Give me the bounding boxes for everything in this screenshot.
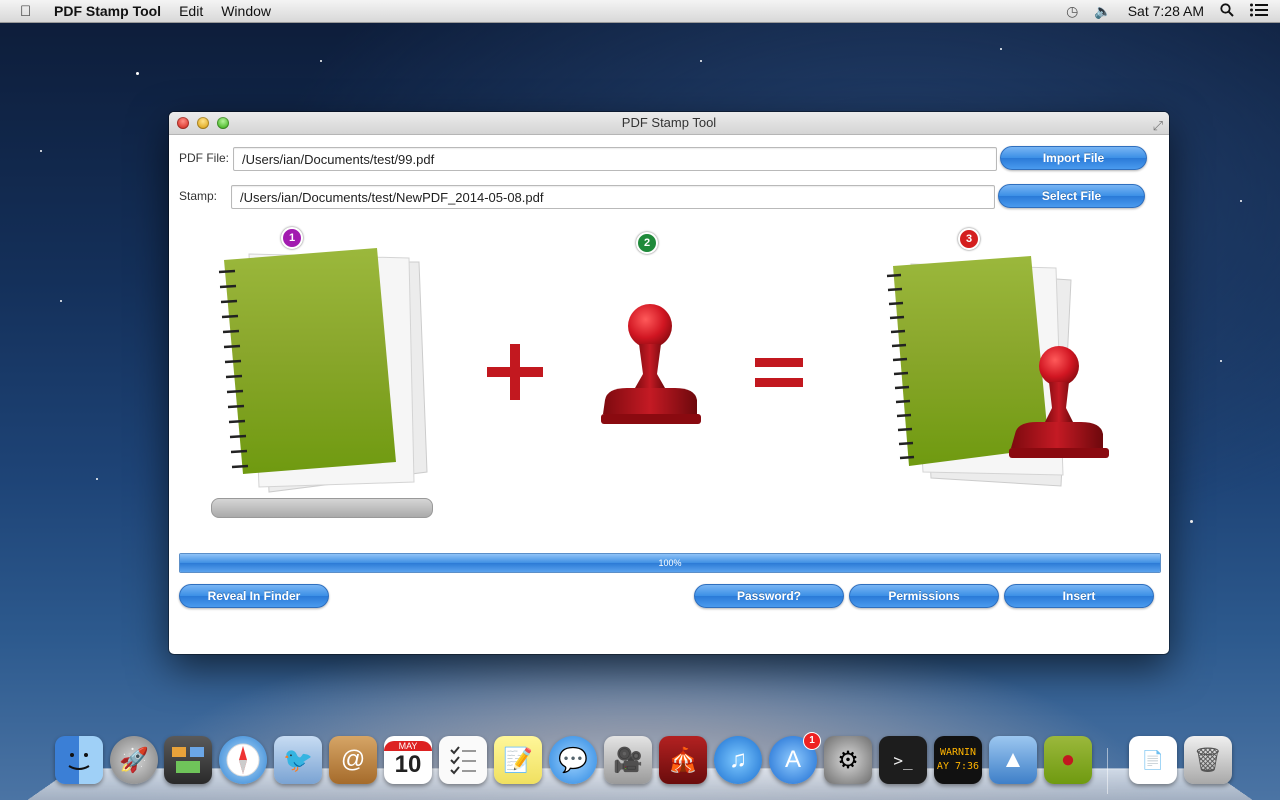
calendar-month: MAY [384,741,432,751]
permissions-button[interactable]: Permissions [849,584,999,608]
menu-clock[interactable]: Sat 7:28 AM [1128,3,1204,19]
stamped-document-icon [886,256,1109,487]
app-window: PDF Stamp Tool ⤢ PDF File: /Users/ian/Do… [169,112,1169,654]
stamp-label: Stamp: [179,189,218,203]
password-button[interactable]: Password? [694,584,844,608]
photo-booth-dock-icon[interactable]: 🎪 [659,736,707,784]
apple-menu-icon[interactable]:  [20,3,36,20]
select-file-button[interactable]: Select File [998,184,1145,208]
calendar-dock-icon[interactable]: MAY 10 [384,736,432,784]
trash-dock-icon[interactable]: 🗑 [1184,736,1232,784]
calendar-day: 10 [394,751,422,778]
facetime-dock-icon[interactable]: 🎥 [604,736,652,784]
pdf-document-icon [218,248,428,493]
notification-center-icon[interactable] [1250,3,1268,20]
equals-icon [755,358,803,387]
close-button[interactable] [177,117,189,129]
app-store-dock-icon[interactable]: A 1 [769,732,821,784]
pdf-stamp-tool-dock-icon[interactable]: ● [1044,736,1092,784]
itunes-dock-icon[interactable]: ♫ [714,736,762,784]
window-title: PDF Stamp Tool [621,115,717,130]
reveal-in-finder-button[interactable]: Reveal In Finder [179,584,329,608]
safari-dock-icon[interactable] [219,736,267,784]
mission-control-dock-icon[interactable] [164,736,212,784]
pdf-file-label: PDF File: [179,151,230,165]
progress-text: 100% [658,558,682,568]
title-bar[interactable]: PDF Stamp Tool ⤢ [169,112,1169,135]
documents-stack-dock-icon[interactable]: 📄 [1129,736,1177,784]
volume-icon[interactable]: 🔈 [1094,3,1111,20]
insert-button[interactable]: Insert [1004,584,1154,608]
mail-dock-icon[interactable]: 🐦 [274,736,322,784]
progress-bar: 100% [179,553,1161,573]
pdf-file-field[interactable]: /Users/ian/Documents/test/99.pdf [233,147,997,171]
file-drop-slot [211,498,433,518]
plus-icon [487,344,543,400]
fullscreen-icon[interactable]: ⤢ [1153,115,1163,137]
zoom-button[interactable] [217,117,229,129]
messages-dock-icon[interactable]: 💬 [549,736,597,784]
stamp-field[interactable]: /Users/ian/Documents/test/NewPDF_2014-05… [231,185,995,209]
notes-dock-icon[interactable]: 📝 [494,736,542,784]
stamp-icon [601,304,701,424]
step-2-badge: 2 [636,232,658,254]
time-machine-icon[interactable]: ◷ [1066,3,1078,20]
import-file-button[interactable]: Import File [1000,146,1147,170]
dock-separator [1107,748,1108,794]
spotlight-icon[interactable] [1220,2,1234,20]
reminders-dock-icon[interactable] [439,736,487,784]
menu-window[interactable]: Window [221,3,271,19]
xcode-dock-icon[interactable]: ▲ [989,736,1037,784]
menu-app-name[interactable]: PDF Stamp Tool [54,3,161,19]
terminal-dock-icon[interactable]: >_ [879,736,927,784]
system-preferences-dock-icon[interactable]: ⚙ [824,736,872,784]
console-dock-icon[interactable]: WARNIN AY 7:36 [934,736,982,784]
menu-bar:  PDF Stamp Tool Edit Window ◷ 🔈 Sat 7:2… [0,0,1280,23]
console-line-1: WARNIN [939,747,977,758]
contacts-dock-icon[interactable]: @ [329,736,377,784]
finder-dock-icon[interactable] [55,736,103,784]
menu-edit[interactable]: Edit [179,3,203,19]
app-store-badge: 1 [803,732,821,750]
launchpad-dock-icon[interactable]: 🚀 [110,736,158,784]
step-3-badge: 3 [958,228,980,250]
minimize-button[interactable] [197,117,209,129]
console-line-2: AY 7:36 [936,761,980,772]
